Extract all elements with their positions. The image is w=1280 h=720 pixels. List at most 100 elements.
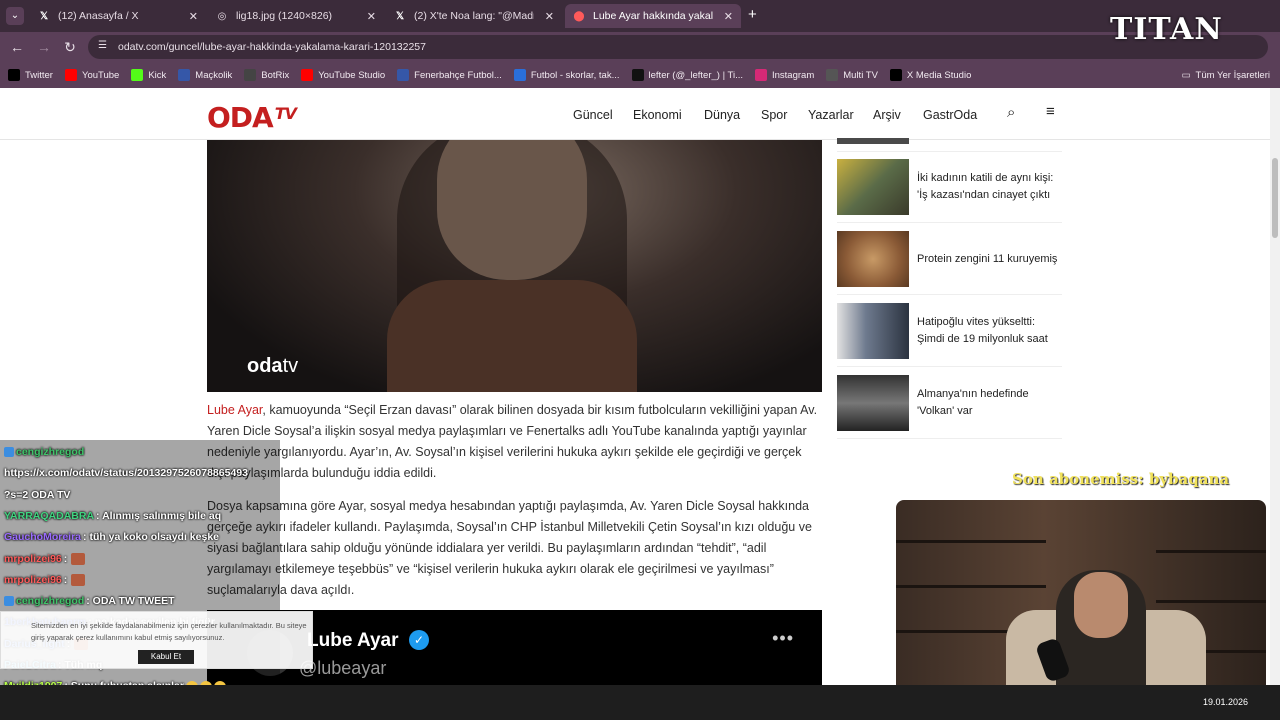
titan-logo: TITAN: [1110, 12, 1223, 47]
bookmark-label: Futbol - skorlar, tak...: [530, 69, 620, 81]
nav-dunya[interactable]: Dünya: [704, 108, 740, 122]
stream-chat: cengizhregod https://x.com/odatv/status/2…: [0, 440, 280, 720]
nav-arsiv[interactable]: Arşiv: [873, 108, 901, 122]
sidebar-title: Hatipoğlu vites yükseltti: Şimdi de 19 m…: [917, 316, 1048, 345]
bookshelf-line: [1156, 550, 1266, 553]
bookmark-6[interactable]: YouTube Studio: [301, 69, 385, 81]
cookie-accept-button[interactable]: Kabul Et: [138, 650, 194, 664]
close-icon[interactable]: ✕: [724, 10, 733, 23]
tweet-author-name: Lube Ayar: [307, 630, 399, 651]
logo-text: ODA: [207, 101, 274, 134]
bookmarks-bar: Twitter YouTube Kick Maçkolik BotRix YouTube …: [0, 62, 1280, 88]
cookie-text: Sitemizden en iyi şekilde faydalanabilme…: [31, 621, 307, 642]
instagram-icon: [755, 69, 767, 81]
bookmark-4[interactable]: Maçkolik: [178, 69, 232, 81]
bookmark-10[interactable]: Instagram: [755, 69, 814, 81]
botrix-icon: [244, 69, 257, 81]
article-name-link[interactable]: Lube Ayar: [207, 403, 262, 417]
bookmark-12[interactable]: X Media Studio: [889, 69, 972, 81]
cookie-banner: Sitemizden en iyi şekilde faydalanabilme…: [0, 611, 313, 669]
bookmark-8[interactable]: Futbol - skorlar, tak...: [513, 69, 620, 81]
emote-icon: [71, 574, 86, 587]
chat-username[interactable]: mrpolizei96: [4, 574, 62, 586]
back-icon[interactable]: ←: [9, 39, 25, 55]
sidebar-title: İki kadının katili de aynı kişi: 'İş kaz…: [917, 172, 1054, 201]
sidebar-thumb: [837, 138, 909, 144]
sidebar-item-2[interactable]: Protein zengini 11 kuruyemiş: [837, 231, 1062, 295]
chat-text: :: [63, 573, 68, 586]
browser-toolbar: ← → ↻ ☰ odatv.com/guncel/lube-ayar-hakki…: [0, 32, 1280, 62]
chat-username[interactable]: cengizhregod: [16, 595, 84, 607]
tab-title: (12) Anasayfa / X: [58, 10, 139, 22]
subscriber-banner: Son abonemiss: bybaqana: [1012, 470, 1230, 488]
nav-yazarlar[interactable]: Yazarlar: [808, 108, 854, 122]
nav-guncel[interactable]: Güncel: [573, 108, 613, 122]
chat-message: mrpolizei96:: [4, 573, 86, 587]
nav-ekonomi[interactable]: Ekonomi: [633, 108, 682, 122]
chat-text: : Alınmış salınmış bile aq: [96, 509, 222, 522]
sidebar-item-1[interactable]: İki kadının katili de aynı kişi: 'İş kaz…: [837, 159, 1062, 223]
nav-spor[interactable]: Spor: [761, 108, 787, 122]
kick-icon: [131, 69, 144, 81]
chat-username[interactable]: cengizhregod: [16, 446, 84, 458]
article-p1-text: , kamuoyunda “Seçil Erzan davası” olarak…: [207, 403, 818, 480]
scrollbar-thumb[interactable]: [1272, 158, 1278, 238]
address-bar[interactable]: ☰ odatv.com/guncel/lube-ayar-hakkinda-ya…: [88, 35, 1268, 59]
menu-icon[interactable]: ≡: [1046, 103, 1055, 120]
chat-message: ?s=2 ODA TV: [4, 489, 70, 501]
chat-message: GauchoMoreira: tüh ya koko olsaydı keşke: [4, 531, 219, 543]
search-icon[interactable]: ⌕: [1007, 104, 1015, 121]
nav-gastroda[interactable]: GastrOda: [923, 108, 977, 122]
sidebar-item-3[interactable]: Hatipoğlu vites yükseltti: Şimdi de 19 m…: [837, 303, 1062, 367]
sidebar-item-4[interactable]: Almanya'nın hedefinde 'Volkan' var: [837, 375, 1062, 439]
globe-icon: ◎: [217, 10, 227, 22]
futbol-icon: [513, 69, 526, 81]
bookmark-3[interactable]: Kick: [131, 69, 166, 81]
close-icon[interactable]: ✕: [189, 10, 198, 23]
bookmark-1[interactable]: Twitter: [8, 69, 53, 81]
bookmark-label: BotRix: [261, 69, 290, 81]
x-icon: 𝕏: [39, 10, 49, 22]
reload-icon[interactable]: ↻: [62, 39, 78, 55]
site-info-icon[interactable]: ☰: [98, 40, 107, 51]
sidebar-thumb: [837, 303, 909, 359]
bookmark-5[interactable]: BotRix: [244, 69, 289, 81]
chat-text: : tüh ya koko olsaydı keşke: [83, 531, 220, 544]
watermark-light: tv: [282, 355, 299, 377]
x-icon: [8, 69, 20, 81]
page-scrollbar[interactable]: [1270, 88, 1280, 685]
close-icon[interactable]: ✕: [545, 10, 554, 23]
watermark-bold: oda: [247, 355, 283, 377]
tab-title: lig18.jpg (1240×826): [236, 10, 333, 22]
chat-message: https://x.com/odatv/status/2013297526078…: [4, 467, 248, 479]
bookmark-2[interactable]: YouTube: [64, 69, 119, 81]
sidebar-thumb: [837, 231, 909, 287]
chat-text: https://x.com/odatv/status/2013297526078…: [4, 467, 248, 480]
bookmark-11[interactable]: Multi TV: [826, 69, 878, 81]
sidebar-top-divider: [837, 138, 1062, 152]
chat-username[interactable]: GauchoMoreira: [4, 531, 81, 543]
tab-anasayfa[interactable]: 𝕏 (12) Anasayfa / X ✕: [30, 4, 206, 28]
chat-username[interactable]: YARRAQADABRA: [4, 510, 94, 522]
tab-madridme[interactable]: 𝕏 (2) X'te Noa lang: "@MadridMe ✕: [386, 4, 562, 28]
bookmark-9[interactable]: lefter (@_lefter_) | Ti...: [631, 69, 743, 81]
bookmark-7[interactable]: Fenerbahçe Futbol...: [397, 69, 502, 81]
forward-icon[interactable]: →: [36, 39, 52, 55]
bookmark-label: X Media Studio: [906, 69, 972, 81]
article-paragraph-1: Lube Ayar, kamuoyunda “Seçil Erzan davas…: [207, 400, 822, 484]
bookmark-label: YouTube Studio: [318, 69, 386, 81]
new-tab-button[interactable]: +: [748, 6, 757, 23]
more-options-icon[interactable]: •••: [772, 628, 794, 649]
site-logo[interactable]: ODA TV: [207, 101, 297, 134]
tab-title: Lube Ayar hakkında yakalama k: [593, 10, 713, 22]
bookmark-label: lefter (@_lefter_) | Ti...: [648, 69, 743, 81]
all-bookmarks[interactable]: ▭ Tüm Yer İşaretleri: [1182, 62, 1270, 88]
hero-body: [387, 280, 637, 392]
taskbar-clock: 19.01.2026: [1202, 697, 1248, 707]
tab-lig18[interactable]: ◎ lig18.jpg (1240×826) ✕: [208, 4, 384, 28]
x-icon: [889, 69, 902, 81]
close-icon[interactable]: ✕: [367, 10, 376, 23]
tab-odatv[interactable]: ⬤ Lube Ayar hakkında yakalama k ✕: [565, 4, 741, 28]
chat-username[interactable]: mrpolizei96: [4, 553, 62, 565]
tab-list-button[interactable]: ⌄: [6, 7, 24, 25]
